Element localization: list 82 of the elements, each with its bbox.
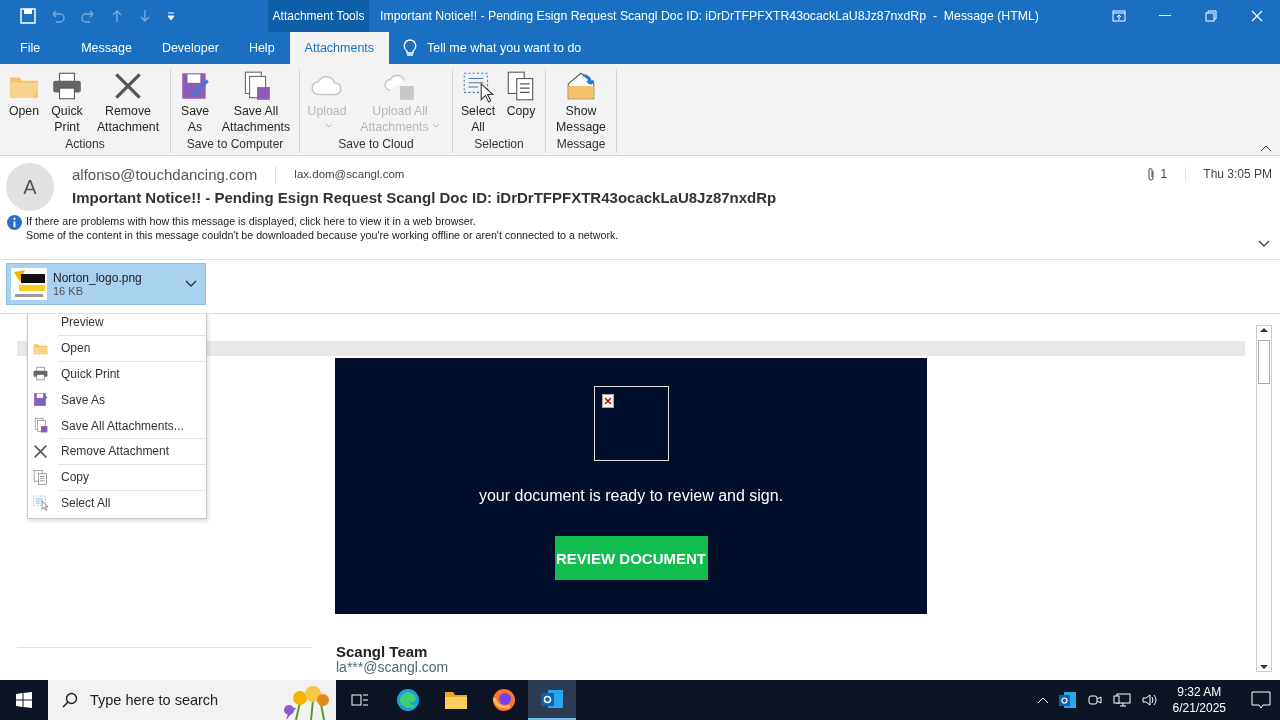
ribbon-button[interactable]: Copy xyxy=(501,69,541,137)
expand-icon[interactable] xyxy=(1258,240,1270,248)
ribbon-button[interactable]: Remove Attachment xyxy=(90,69,166,137)
group-label: Actions xyxy=(64,137,106,153)
windows-start-icon[interactable] xyxy=(16,692,32,708)
firefox-browser-icon[interactable] xyxy=(492,688,516,712)
info-notice[interactable]: If there are problems with how this message is displayed, click here to view it in a web browser. xyxy=(26,214,619,228)
restore-icon[interactable] xyxy=(1205,10,1217,22)
network-icon[interactable] xyxy=(1112,692,1131,708)
menu-item[interactable]: Remove Attachment xyxy=(58,439,206,465)
camera-icon[interactable] xyxy=(1086,692,1103,708)
recipient-address: lax.dom@scangl.com xyxy=(293,168,406,180)
context-tab-label: Attachment Tools xyxy=(272,9,365,23)
group-label: Selection xyxy=(473,137,525,153)
ribbon-display-icon[interactable] xyxy=(1112,10,1126,22)
group-label: Save to Cloud xyxy=(337,137,415,153)
task-view-icon[interactable] xyxy=(351,692,369,708)
menu-item[interactable]: Open xyxy=(58,335,206,362)
collapse-ribbon-icon[interactable] xyxy=(1260,144,1272,152)
minimize-icon[interactable] xyxy=(1159,15,1171,17)
search-icon xyxy=(62,692,78,708)
menu-item[interactable]: Quick Print xyxy=(58,361,206,388)
attachment-size: 16 KB xyxy=(53,285,84,297)
select-all-icon xyxy=(32,494,49,512)
signature-email[interactable]: la***@scangl.com xyxy=(336,660,449,674)
ribbon-tab[interactable]: Developer xyxy=(146,32,234,64)
clock-time[interactable]: 9:32 AM xyxy=(1177,684,1222,700)
outlook-icon[interactable] xyxy=(540,688,564,710)
lightbulb-icon xyxy=(403,39,418,57)
sender-address: alfonso@touchdancing.com xyxy=(72,165,277,183)
menu-item[interactable]: Preview xyxy=(58,314,206,336)
ribbon-tab[interactable]: Attachments xyxy=(289,32,390,64)
tell-me-field[interactable]: Tell me what you want to do xyxy=(427,41,582,55)
info-icon xyxy=(7,215,22,230)
clock-date[interactable]: 6/21/2025 xyxy=(1172,700,1226,716)
close-icon[interactable] xyxy=(1251,10,1263,22)
window-title: Important Notice!! - Pending Esign Request Scangl Doc ID: iDrDrTFPFXTR43ocackLaU8Jz87nxdRp - Message (HTML) xyxy=(380,9,1039,23)
avatar: A xyxy=(6,163,54,211)
paperclip-icon xyxy=(1146,167,1155,181)
received-date: Thu 3:05 PM xyxy=(1202,167,1273,181)
group-label: Save to Computer xyxy=(185,137,285,153)
caret-icon xyxy=(431,123,440,129)
broken-image-icon xyxy=(593,386,669,461)
info-notice: Some of the content in this message couldn't be downloaded because you're working offline or aren't connected to a network. xyxy=(26,228,619,242)
ribbon-button[interactable]: Save As xyxy=(175,69,215,137)
ribbon-tab[interactable]: Help xyxy=(233,32,290,64)
message-subject: Important Notice!! - Pending Esign Request Scangl Doc ID: iDrDrTFPFXTR43ocackLaU8Jz87nxdRp xyxy=(72,189,778,206)
menu-item[interactable]: Save All Attachments... xyxy=(58,413,206,439)
close-icon xyxy=(32,442,49,460)
printer-icon xyxy=(32,365,49,383)
menu-item[interactable]: Copy xyxy=(58,464,206,491)
scroll-up-icon[interactable] xyxy=(1259,326,1269,334)
save-icon xyxy=(32,391,49,409)
save-all-icon xyxy=(32,417,49,435)
chevron-up-icon[interactable] xyxy=(1036,696,1049,704)
ribbon-tab[interactable]: Message xyxy=(66,32,147,64)
attachment-name: Norton_logo.png xyxy=(53,271,143,285)
ribbon-button[interactable]: Quick Print xyxy=(46,69,88,137)
notification-icon[interactable] xyxy=(1250,690,1272,710)
edge-browser-icon[interactable] xyxy=(396,688,420,712)
scroll-thumb[interactable] xyxy=(1258,340,1270,384)
ribbon-button[interactable]: Save All Attachments xyxy=(217,69,295,137)
chevron-down-icon[interactable] xyxy=(185,280,197,288)
scroll-down-icon[interactable] xyxy=(1259,663,1269,671)
attachment-item[interactable]: Norton_logo.png 16 KB xyxy=(6,263,206,305)
ribbon-button[interactable]: Select All xyxy=(457,69,499,137)
folder-icon[interactable] xyxy=(444,690,468,710)
menu-item[interactable]: Save As xyxy=(58,387,206,414)
attachment-count: 1 xyxy=(1160,167,1168,181)
body-text: your document is ready to review and sign. xyxy=(478,487,784,505)
save-icon[interactable] xyxy=(20,8,36,24)
group-label: Message xyxy=(555,137,607,153)
outlook-tray-icon[interactable] xyxy=(1058,691,1077,709)
caret-icon xyxy=(324,123,333,129)
ribbon-button[interactable]: Show Message xyxy=(550,69,612,137)
signature-name: Scangl Team xyxy=(336,644,428,660)
speaker-icon[interactable] xyxy=(1140,692,1159,708)
ribbon-tab[interactable]: File xyxy=(0,32,59,64)
copy-icon xyxy=(32,468,49,486)
scrollbar[interactable] xyxy=(1256,325,1272,672)
ribbon-button[interactable]: Open xyxy=(4,69,44,137)
menu-item[interactable]: Select All xyxy=(58,490,206,517)
